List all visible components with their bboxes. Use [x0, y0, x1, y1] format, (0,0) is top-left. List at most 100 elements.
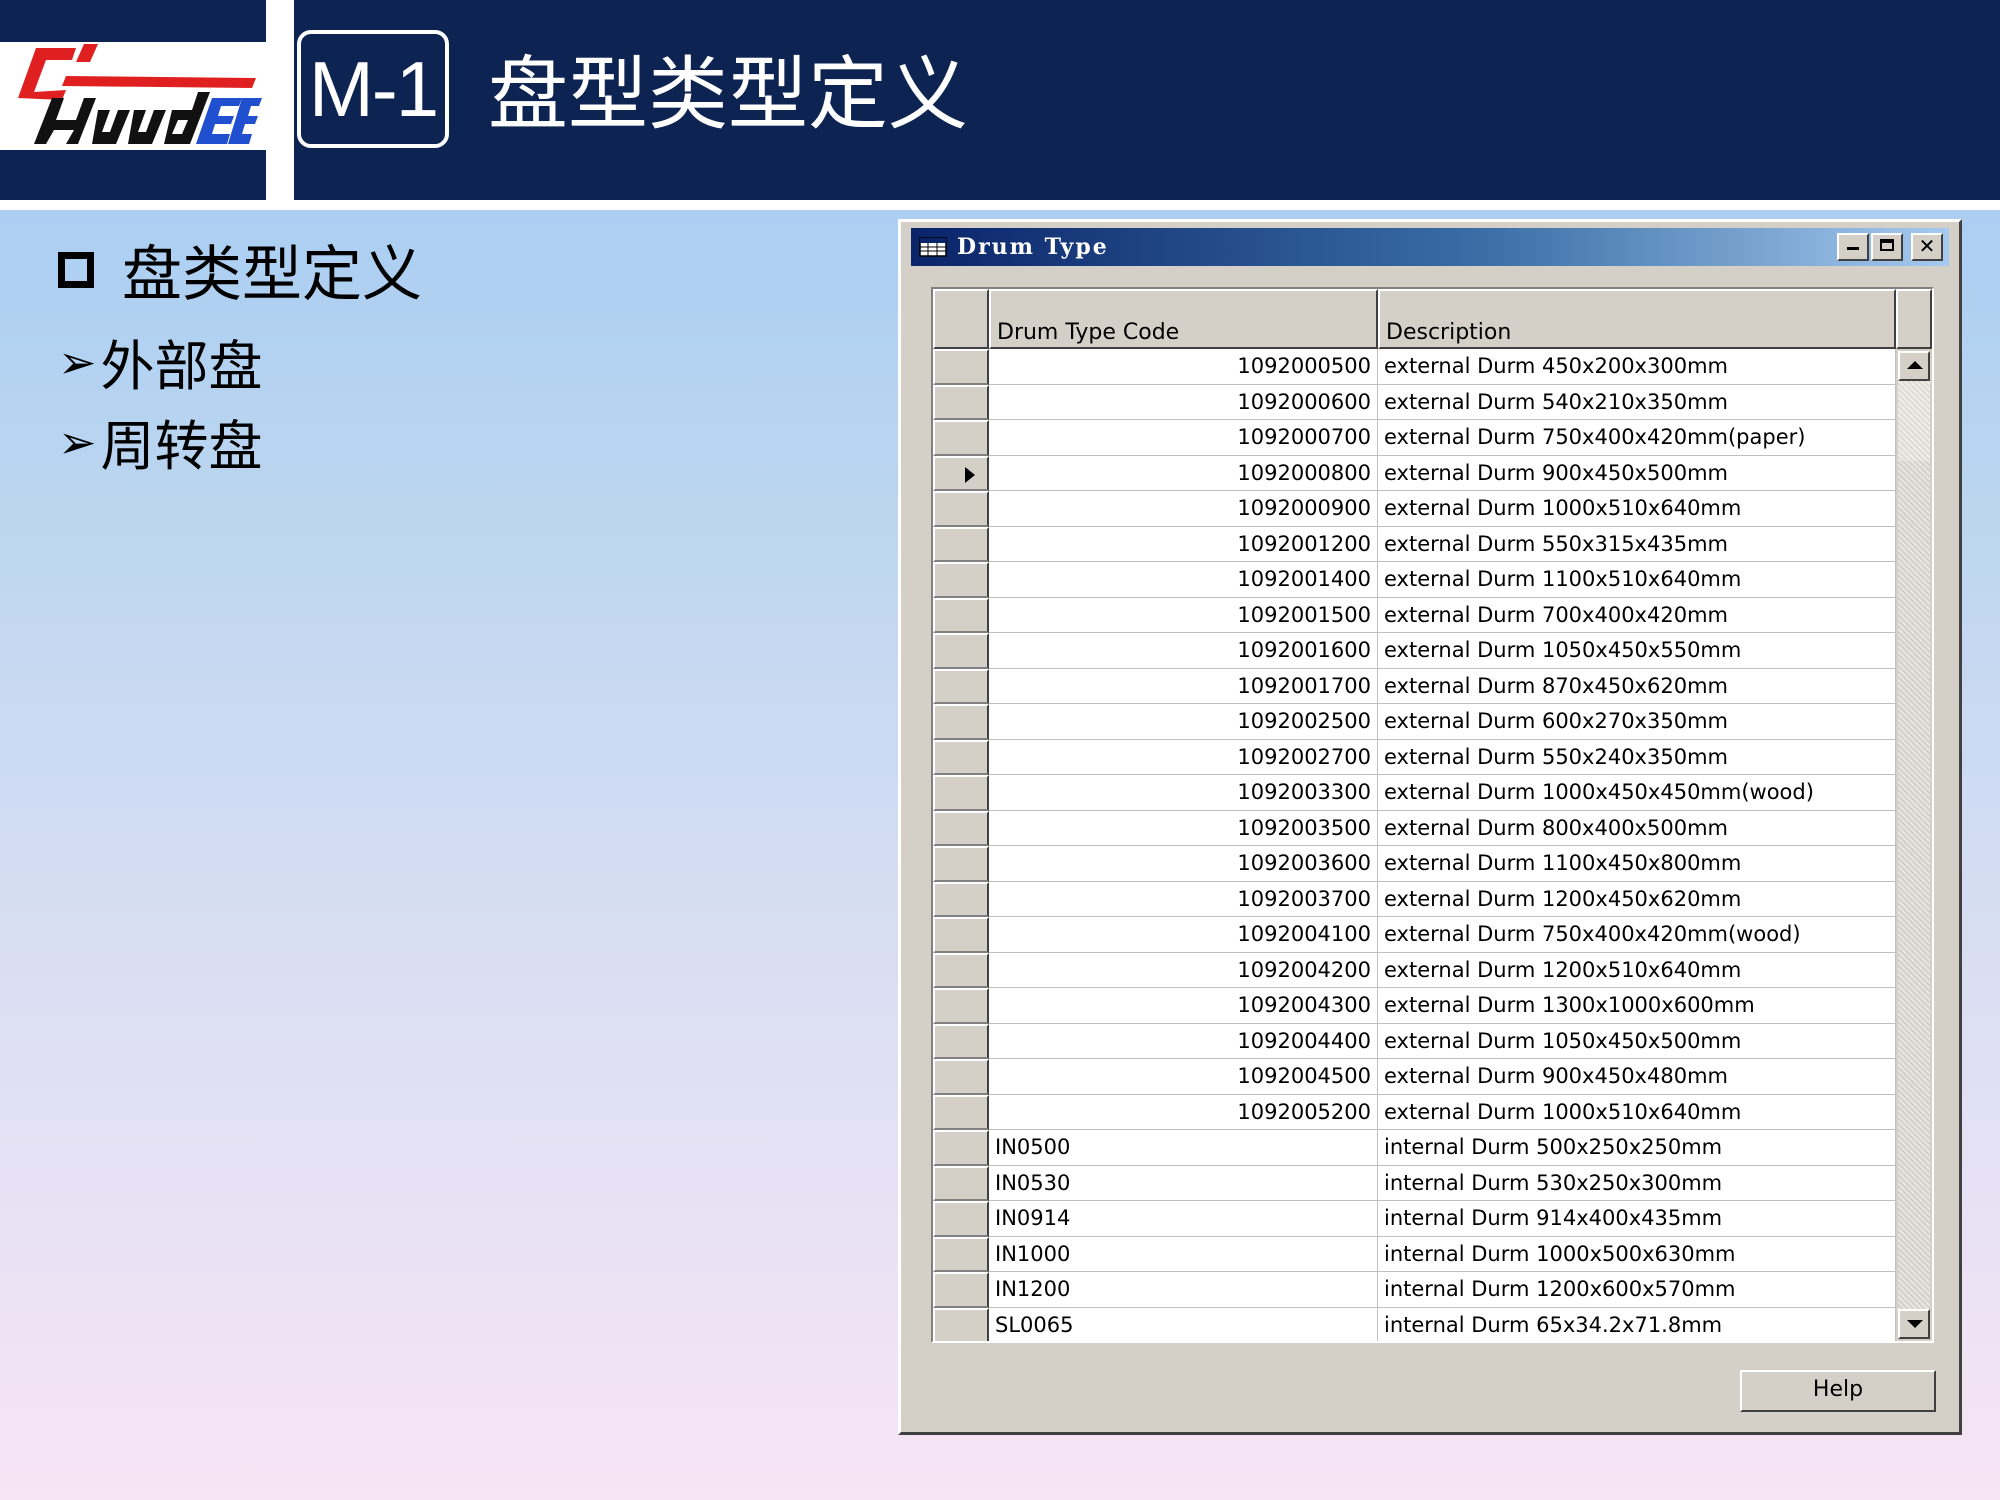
vertical-scrollbar[interactable] — [1896, 289, 1932, 1341]
description-cell[interactable]: external Durm 750x400x420mm(paper) — [1378, 420, 1896, 456]
table-row[interactable]: 1092002500 external Durm 600x270x350mm — [933, 704, 1896, 740]
row-selector[interactable] — [933, 1307, 989, 1341]
row-selector[interactable] — [933, 526, 989, 562]
row-selector[interactable] — [933, 1236, 989, 1272]
window-titlebar[interactable]: Drum Type ✕ — [911, 228, 1949, 266]
row-selector[interactable] — [933, 455, 989, 491]
row-selector[interactable] — [933, 633, 989, 669]
row-selector[interactable] — [933, 988, 989, 1024]
table-row[interactable]: 1092001600 external Durm 1050x450x550mm — [933, 633, 1896, 669]
row-selector[interactable] — [933, 739, 989, 775]
description-cell[interactable]: external Durm 1100x510x640mm — [1378, 562, 1896, 598]
row-selector[interactable] — [933, 420, 989, 456]
description-cell[interactable]: internal Durm 914x400x435mm — [1378, 1201, 1896, 1237]
table-row[interactable]: IN1200 internal Durm 1200x600x570mm — [933, 1272, 1896, 1308]
table-row[interactable]: IN0530 internal Durm 530x250x300mm — [933, 1165, 1896, 1201]
table-row[interactable]: 1092001700 external Durm 870x450x620mm — [933, 668, 1896, 704]
maximize-button[interactable] — [1871, 233, 1903, 261]
drum-type-code-cell[interactable]: 1092001700 — [989, 668, 1378, 704]
drum-type-code-cell[interactable]: IN0530 — [989, 1165, 1378, 1201]
drum-type-code-cell[interactable]: 1092000900 — [989, 491, 1378, 527]
description-cell[interactable]: external Durm 550x315x435mm — [1378, 526, 1896, 562]
scroll-up-button[interactable] — [1898, 351, 1930, 381]
row-selector[interactable] — [933, 846, 989, 882]
table-row[interactable]: IN0914 internal Durm 914x400x435mm — [933, 1201, 1896, 1237]
table-row[interactable]: 1092003300 external Durm 1000x450x450mm(w… — [933, 775, 1896, 811]
row-selector[interactable] — [933, 597, 989, 633]
drum-type-code-cell[interactable]: 1092004100 — [989, 917, 1378, 953]
row-selector[interactable] — [933, 1094, 989, 1130]
drum-type-code-cell[interactable]: 1092005200 — [989, 1094, 1378, 1130]
description-cell[interactable]: external Durm 1050x450x550mm — [1378, 633, 1896, 669]
row-selector[interactable] — [933, 1059, 989, 1095]
drum-type-code-cell[interactable]: 1092004500 — [989, 1059, 1378, 1095]
table-row[interactable]: 1092000800 external Durm 900x450x500mm — [933, 455, 1896, 491]
drum-type-code-cell[interactable]: 1092002700 — [989, 739, 1378, 775]
help-button[interactable]: Help — [1740, 1370, 1936, 1412]
drum-type-code-cell[interactable]: 1092000700 — [989, 420, 1378, 456]
row-selector[interactable] — [933, 704, 989, 740]
row-selector[interactable] — [933, 562, 989, 598]
description-cell[interactable]: external Durm 900x450x480mm — [1378, 1059, 1896, 1095]
table-row[interactable]: 1092004400 external Durm 1050x450x500mm — [933, 1023, 1896, 1059]
description-cell[interactable]: external Durm 1000x510x640mm — [1378, 491, 1896, 527]
drum-type-code-cell[interactable]: 1092000600 — [989, 384, 1378, 420]
drum-type-code-cell[interactable]: 1092004400 — [989, 1023, 1378, 1059]
description-cell[interactable]: external Durm 700x400x420mm — [1378, 597, 1896, 633]
description-cell[interactable]: external Durm 1300x1000x600mm — [1378, 988, 1896, 1024]
description-cell[interactable]: external Durm 1000x450x450mm(wood) — [1378, 775, 1896, 811]
minimize-button[interactable] — [1837, 233, 1869, 261]
row-selector[interactable] — [933, 349, 989, 385]
table-row[interactable]: 1092000900 external Durm 1000x510x640mm — [933, 491, 1896, 527]
row-selector[interactable] — [933, 917, 989, 953]
row-selector[interactable] — [933, 775, 989, 811]
column-header-code[interactable]: Drum Type Code — [989, 289, 1378, 349]
description-cell[interactable]: external Durm 1100x450x800mm — [1378, 846, 1896, 882]
table-row[interactable]: 1092001200 external Durm 550x315x435mm — [933, 526, 1896, 562]
scroll-thumb[interactable] — [1898, 381, 1930, 461]
table-row[interactable]: 1092000700 external Durm 750x400x420mm(pa… — [933, 420, 1896, 456]
drum-type-code-cell[interactable]: 1092001500 — [989, 597, 1378, 633]
drum-type-code-cell[interactable]: IN1000 — [989, 1236, 1378, 1272]
description-cell[interactable]: internal Durm 500x250x250mm — [1378, 1130, 1896, 1166]
row-selector[interactable] — [933, 881, 989, 917]
description-cell[interactable]: external Durm 1200x450x620mm — [1378, 881, 1896, 917]
row-selector[interactable] — [933, 384, 989, 420]
table-row[interactable]: SL0065 internal Durm 65x34.2x71.8mm — [933, 1307, 1896, 1341]
description-cell[interactable]: internal Durm 530x250x300mm — [1378, 1165, 1896, 1201]
description-cell[interactable]: external Durm 1050x450x500mm — [1378, 1023, 1896, 1059]
drum-type-code-cell[interactable]: 1092000800 — [989, 455, 1378, 491]
column-header-description[interactable]: Description — [1378, 289, 1896, 349]
table-row[interactable]: IN1000 internal Durm 1000x500x630mm — [933, 1236, 1896, 1272]
drum-type-code-cell[interactable]: IN0914 — [989, 1201, 1378, 1237]
description-cell[interactable]: internal Durm 1200x600x570mm — [1378, 1272, 1896, 1308]
drum-type-code-cell[interactable]: 1092001600 — [989, 633, 1378, 669]
drum-type-code-cell[interactable]: 1092004300 — [989, 988, 1378, 1024]
table-row[interactable]: 1092003500 external Durm 800x400x500mm — [933, 810, 1896, 846]
row-selector[interactable] — [933, 1165, 989, 1201]
table-row[interactable]: 1092002700 external Durm 550x240x350mm — [933, 739, 1896, 775]
drum-type-code-cell[interactable]: 1092004200 — [989, 952, 1378, 988]
row-selector[interactable] — [933, 810, 989, 846]
table-row[interactable]: 1092004100 external Durm 750x400x420mm(wo… — [933, 917, 1896, 953]
description-cell[interactable]: external Durm 450x200x300mm — [1378, 349, 1896, 385]
description-cell[interactable]: internal Durm 65x34.2x71.8mm — [1378, 1307, 1896, 1341]
scroll-track[interactable] — [1898, 381, 1930, 1309]
table-row[interactable]: 1092004200 external Durm 1200x510x640mm — [933, 952, 1896, 988]
table-row[interactable]: 1092004300 external Durm 1300x1000x600mm — [933, 988, 1896, 1024]
table-row[interactable]: 1092004500 external Durm 900x450x480mm — [933, 1059, 1896, 1095]
description-cell[interactable]: external Durm 870x450x620mm — [1378, 668, 1896, 704]
table-row[interactable]: 1092001500 external Durm 700x400x420mm — [933, 597, 1896, 633]
close-button[interactable]: ✕ — [1911, 233, 1943, 261]
row-selector[interactable] — [933, 952, 989, 988]
description-cell[interactable]: external Durm 1200x510x640mm — [1378, 952, 1896, 988]
row-selector[interactable] — [933, 668, 989, 704]
description-cell[interactable]: external Durm 540x210x350mm — [1378, 384, 1896, 420]
description-cell[interactable]: external Durm 550x240x350mm — [1378, 739, 1896, 775]
description-cell[interactable]: external Durm 600x270x350mm — [1378, 704, 1896, 740]
table-row[interactable]: 1092000500 external Durm 450x200x300mm — [933, 349, 1896, 385]
row-selector[interactable] — [933, 1201, 989, 1237]
drum-type-code-cell[interactable]: 1092002500 — [989, 704, 1378, 740]
drum-type-code-cell[interactable]: IN1200 — [989, 1272, 1378, 1308]
description-cell[interactable]: external Durm 800x400x500mm — [1378, 810, 1896, 846]
